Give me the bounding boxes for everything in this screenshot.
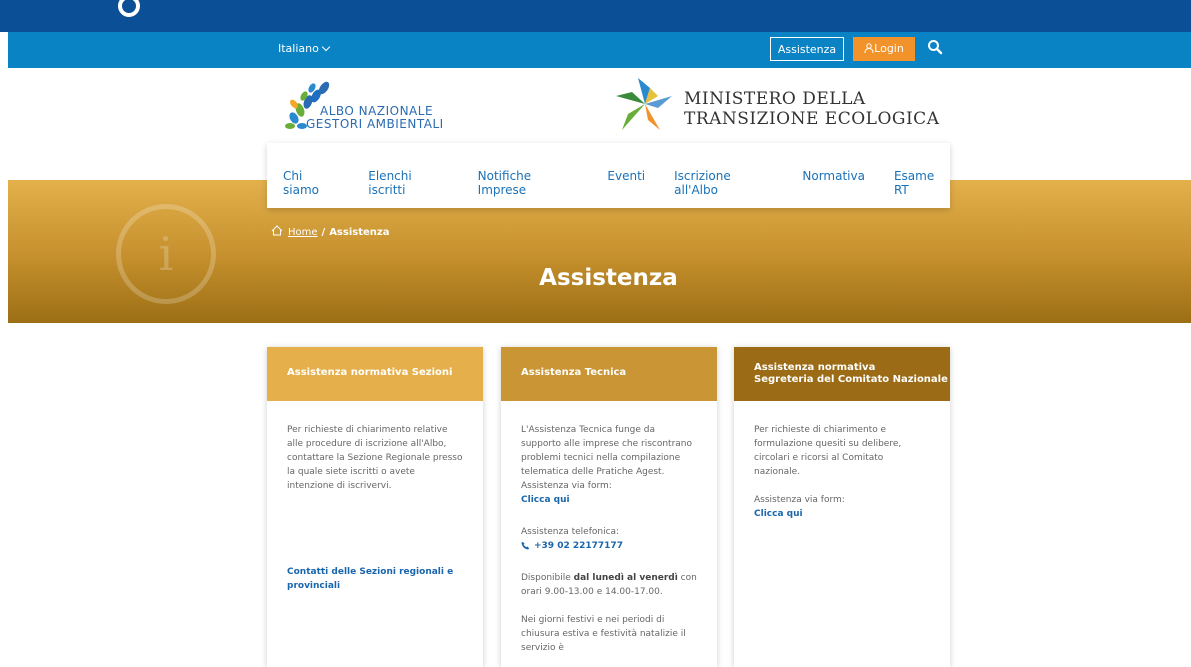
page-title: Assistenza — [539, 265, 678, 291]
main-nav: Chi siamo Elenchi iscritti Notifiche Imp… — [267, 143, 950, 208]
ministero-line1: MINISTERO DELLA — [684, 89, 866, 109]
language-label: Italiano — [278, 42, 319, 55]
ministero-line2: TRANSIZIONE ECOLOGICA — [684, 109, 940, 129]
availability-text: Disponibile dal lunedì al venerdì con or… — [521, 571, 697, 599]
card-title: Assistenza normativa Sezioni — [287, 367, 453, 378]
avail-days: dal lunedì al venerdì — [573, 573, 678, 583]
site-logo-icon[interactable] — [117, 0, 141, 18]
card-text: Per richieste di chiarimento e formulazi… — [754, 425, 902, 477]
form-label: Assistenza via form: — [521, 481, 612, 491]
nav-item-esame-rt[interactable]: Esame RT — [894, 169, 950, 197]
card-normativa-sezioni: Assistenza normativa Sezioni Per richies… — [267, 347, 483, 667]
nav-item-iscrizione[interactable]: Iscrizione all'Albo — [674, 169, 773, 197]
albo-logo-text: ALBO NAZIONALE GESTORI AMBIENTALI — [300, 105, 444, 131]
home-icon[interactable] — [271, 225, 283, 236]
avail-pre: Disponibile — [521, 573, 574, 583]
utility-bar: Italiano Assistenza Login — [8, 32, 1191, 68]
card-title-line2: Segreteria del Comitato Nazionale — [754, 374, 948, 385]
breadcrumb-home[interactable]: Home — [288, 227, 318, 238]
card-body: Per richieste di chiarimento relative al… — [267, 401, 483, 593]
card-header: Assistenza normativa Sezioni — [267, 347, 483, 401]
card-text: L'Assistenza Tecnica funge da supporto a… — [521, 425, 692, 477]
breadcrumb-separator: / — [321, 227, 326, 238]
nav-items: Chi siamo Elenchi iscritti Notifiche Imp… — [283, 169, 950, 197]
breadcrumb: Home / Assistenza — [271, 225, 389, 238]
search-icon[interactable] — [927, 39, 943, 55]
card-header: Assistenza Tecnica — [501, 347, 717, 401]
ministero-logo-text: MINISTERO DELLA TRANSIZIONE ECOLOGICA — [684, 89, 939, 129]
phone-icon — [521, 541, 530, 550]
ministero-logo-icon[interactable] — [614, 74, 676, 134]
clicca-qui-link[interactable]: Clicca qui — [521, 493, 697, 507]
card-assistenza-tecnica: Assistenza Tecnica L'Assistenza Tecnica … — [501, 347, 717, 667]
card-body: L'Assistenza Tecnica funge da supporto a… — [501, 401, 717, 655]
card-title-line1: Assistenza normativa — [754, 362, 876, 373]
clicca-qui-link[interactable]: Clicca qui — [754, 507, 930, 521]
user-icon — [864, 43, 874, 54]
card-body: Per richieste di chiarimento e formulazi… — [734, 401, 950, 521]
phone-number: +39 02 22177177 — [534, 541, 623, 551]
nav-item-notifiche-imprese[interactable]: Notifiche Imprese — [478, 169, 579, 197]
login-button[interactable]: Login — [853, 37, 915, 61]
card-header: Assistenza normativa Segreteria del Comi… — [734, 347, 950, 401]
albo-line2: GESTORI AMBIENTALI — [306, 117, 444, 131]
phone-link[interactable]: +39 02 22177177 — [521, 539, 697, 553]
phone-label: Assistenza telefonica: — [521, 527, 620, 537]
chevron-down-icon — [321, 42, 331, 52]
assistenza-button[interactable]: Assistenza — [770, 37, 844, 61]
contatti-sezioni-link[interactable]: Contatti delle Sezioni regionali e provi… — [287, 565, 463, 593]
nav-item-normativa[interactable]: Normativa — [802, 169, 865, 197]
nav-item-eventi[interactable]: Eventi — [607, 169, 645, 197]
card-text: Per richieste di chiarimento relative al… — [287, 425, 463, 491]
form-label: Assistenza via form: — [754, 495, 845, 505]
top-strip — [0, 0, 1191, 32]
card-segreteria-comitato: Assistenza normativa Segreteria del Comi… — [734, 347, 950, 667]
breadcrumb-current: Assistenza — [329, 227, 390, 238]
holiday-text: Nei giorni festivi e nei periodi di chiu… — [521, 615, 686, 653]
nav-item-elenchi-iscritti[interactable]: Elenchi iscritti — [368, 169, 448, 197]
language-selector[interactable]: Italiano — [278, 42, 331, 55]
card-title: Assistenza normativa Segreteria del Comi… — [754, 362, 948, 386]
card-title: Assistenza Tecnica — [521, 367, 627, 378]
nav-item-chi-siamo[interactable]: Chi siamo — [283, 169, 339, 197]
login-label: Login — [874, 42, 904, 55]
